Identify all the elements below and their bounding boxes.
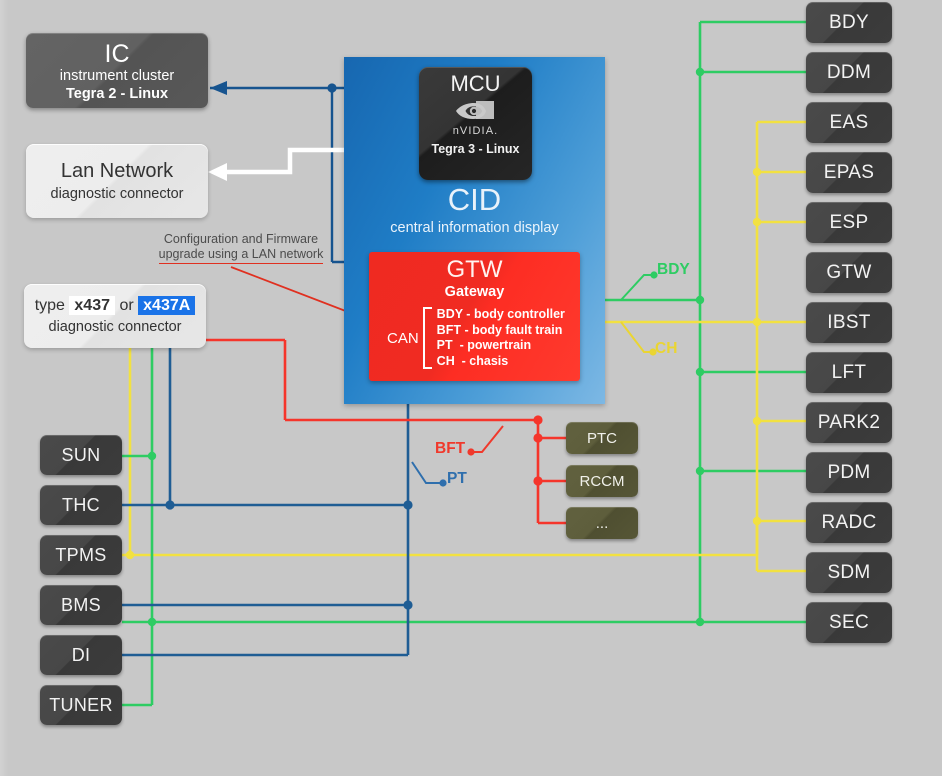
- module-label: EPAS: [823, 161, 875, 183]
- arrowhead-ic: [210, 81, 227, 95]
- module-radc[interactable]: RADC: [806, 502, 892, 543]
- module-rccm[interactable]: RCCM: [566, 465, 638, 497]
- bus-label-ch: CH: [655, 340, 678, 357]
- module-label: IBST: [827, 311, 871, 333]
- module-label: BDY: [829, 11, 869, 33]
- diagnostic-type-line: type x437 or x437A: [35, 295, 196, 317]
- module-gtw-gateway[interactable]: GTW Gateway CAN BDY - body controller BF…: [369, 252, 580, 381]
- annotation-line2: upgrade using a LAN network: [158, 247, 324, 264]
- diagnostic-code-plain[interactable]: x437: [69, 296, 115, 315]
- diagnostic-prefix: type: [34, 297, 65, 314]
- module-ibst[interactable]: IBST: [806, 302, 892, 343]
- module-sec[interactable]: SEC: [806, 602, 892, 643]
- module-label: TUNER: [49, 694, 113, 715]
- module-label: DDM: [826, 61, 872, 83]
- nvidia-wordmark: nVIDIA.: [452, 125, 499, 137]
- module-label: TPMS: [55, 544, 107, 565]
- gtw-subtitle: Gateway: [444, 284, 505, 300]
- module-label: GTW: [826, 261, 872, 283]
- module-more[interactable]: ...: [566, 507, 638, 539]
- bus-label-bdy: BDY: [657, 261, 690, 278]
- leader-dot-pt: [439, 479, 447, 487]
- module-lft[interactable]: LFT: [806, 352, 892, 393]
- module-pdm[interactable]: PDM: [806, 452, 892, 493]
- bus-label-pt: PT: [447, 470, 467, 487]
- diagnostic-conjunction: or: [119, 297, 134, 314]
- wire-junction-dot: [125, 550, 135, 560]
- annotation-line1: Configuration and Firmware: [163, 232, 319, 246]
- module-label: PARK2: [817, 411, 881, 433]
- can-bus-list: BDY - body controller BFT - body fault t…: [436, 307, 565, 368]
- module-di[interactable]: DI: [40, 635, 122, 675]
- leader-pt: [411, 461, 443, 484]
- module-tpms[interactable]: TPMS: [40, 535, 122, 575]
- module-ic[interactable]: IC instrument cluster Tegra 2 - Linux: [26, 33, 208, 108]
- module-label: SUN: [61, 444, 101, 465]
- module-label: DI: [71, 644, 91, 665]
- module-label: SEC: [829, 611, 869, 633]
- module-label: PDM: [827, 461, 871, 483]
- can-label: CAN: [387, 329, 419, 347]
- ic-platform: Tegra 2 - Linux: [65, 85, 169, 102]
- module-bms[interactable]: BMS: [40, 585, 122, 625]
- module-label: RCCM: [579, 472, 625, 490]
- cid-subtitle: central information display: [390, 220, 559, 236]
- module-eas[interactable]: EAS: [806, 102, 892, 143]
- module-label: LFT: [831, 361, 867, 383]
- module-label: PTC: [587, 429, 617, 447]
- mcu-platform: Tegra 3 - Linux: [431, 142, 520, 156]
- module-thc[interactable]: THC: [40, 485, 122, 525]
- wire-junction-dot: [327, 83, 337, 93]
- lan-subtitle: diagnostic connector: [50, 186, 184, 202]
- module-epas[interactable]: EPAS: [806, 152, 892, 193]
- wire-ch-yellow-right: [580, 120, 806, 573]
- can-bus-legend: CAN BDY - body controller BFT - body fau…: [369, 307, 580, 369]
- leader-dot-bft: [467, 448, 475, 456]
- bus-label-bft: BFT: [435, 440, 466, 457]
- lan-title: Lan Network: [60, 160, 174, 182]
- module-lan-network[interactable]: Lan Network diagnostic connector: [26, 144, 208, 218]
- module-sun[interactable]: SUN: [40, 435, 122, 475]
- ic-subtitle: instrument cluster: [59, 67, 175, 84]
- module-sdm[interactable]: SDM: [806, 552, 892, 593]
- module-gtw[interactable]: GTW: [806, 252, 892, 293]
- annotation-config-firmware: Configuration and Firmware upgrade using…: [152, 232, 330, 264]
- module-label: ...: [595, 514, 609, 532]
- mcu-title: MCU: [450, 71, 501, 96]
- gtw-title: GTW: [446, 256, 503, 283]
- arrowhead-lan: [208, 163, 227, 181]
- module-mcu[interactable]: MCU nVIDIA. Tegra 3 - Linux: [419, 67, 532, 180]
- module-park2[interactable]: PARK2: [806, 402, 892, 443]
- leader-bft: [470, 425, 504, 453]
- nvidia-logo: nVIDIA.: [453, 100, 499, 137]
- ic-title: IC: [104, 39, 130, 68]
- module-label: THC: [62, 494, 100, 515]
- module-label: EAS: [829, 111, 869, 133]
- cid-title: CID: [447, 182, 502, 217]
- brace-icon: [422, 307, 432, 369]
- module-ddm[interactable]: DDM: [806, 52, 892, 93]
- module-bdy[interactable]: BDY: [806, 2, 892, 43]
- module-esp[interactable]: ESP: [806, 202, 892, 243]
- diagnostic-connector-box[interactable]: type x437 or x437A diagnostic connector: [24, 284, 206, 348]
- diagram-canvas: IC instrument cluster Tegra 2 - Linux La…: [0, 0, 942, 776]
- module-tuner[interactable]: TUNER: [40, 685, 122, 725]
- module-ptc[interactable]: PTC: [566, 422, 638, 454]
- diagnostic-subtitle: diagnostic connector: [48, 319, 182, 335]
- module-label: SDM: [827, 561, 871, 583]
- module-label: ESP: [829, 211, 869, 233]
- diagnostic-code-selected[interactable]: x437A: [138, 296, 196, 315]
- leader-bdy: [620, 274, 656, 301]
- module-label: RADC: [821, 511, 877, 533]
- module-label: BMS: [61, 594, 101, 615]
- nvidia-eye-icon: [456, 101, 495, 119]
- leader-ch: [620, 321, 654, 353]
